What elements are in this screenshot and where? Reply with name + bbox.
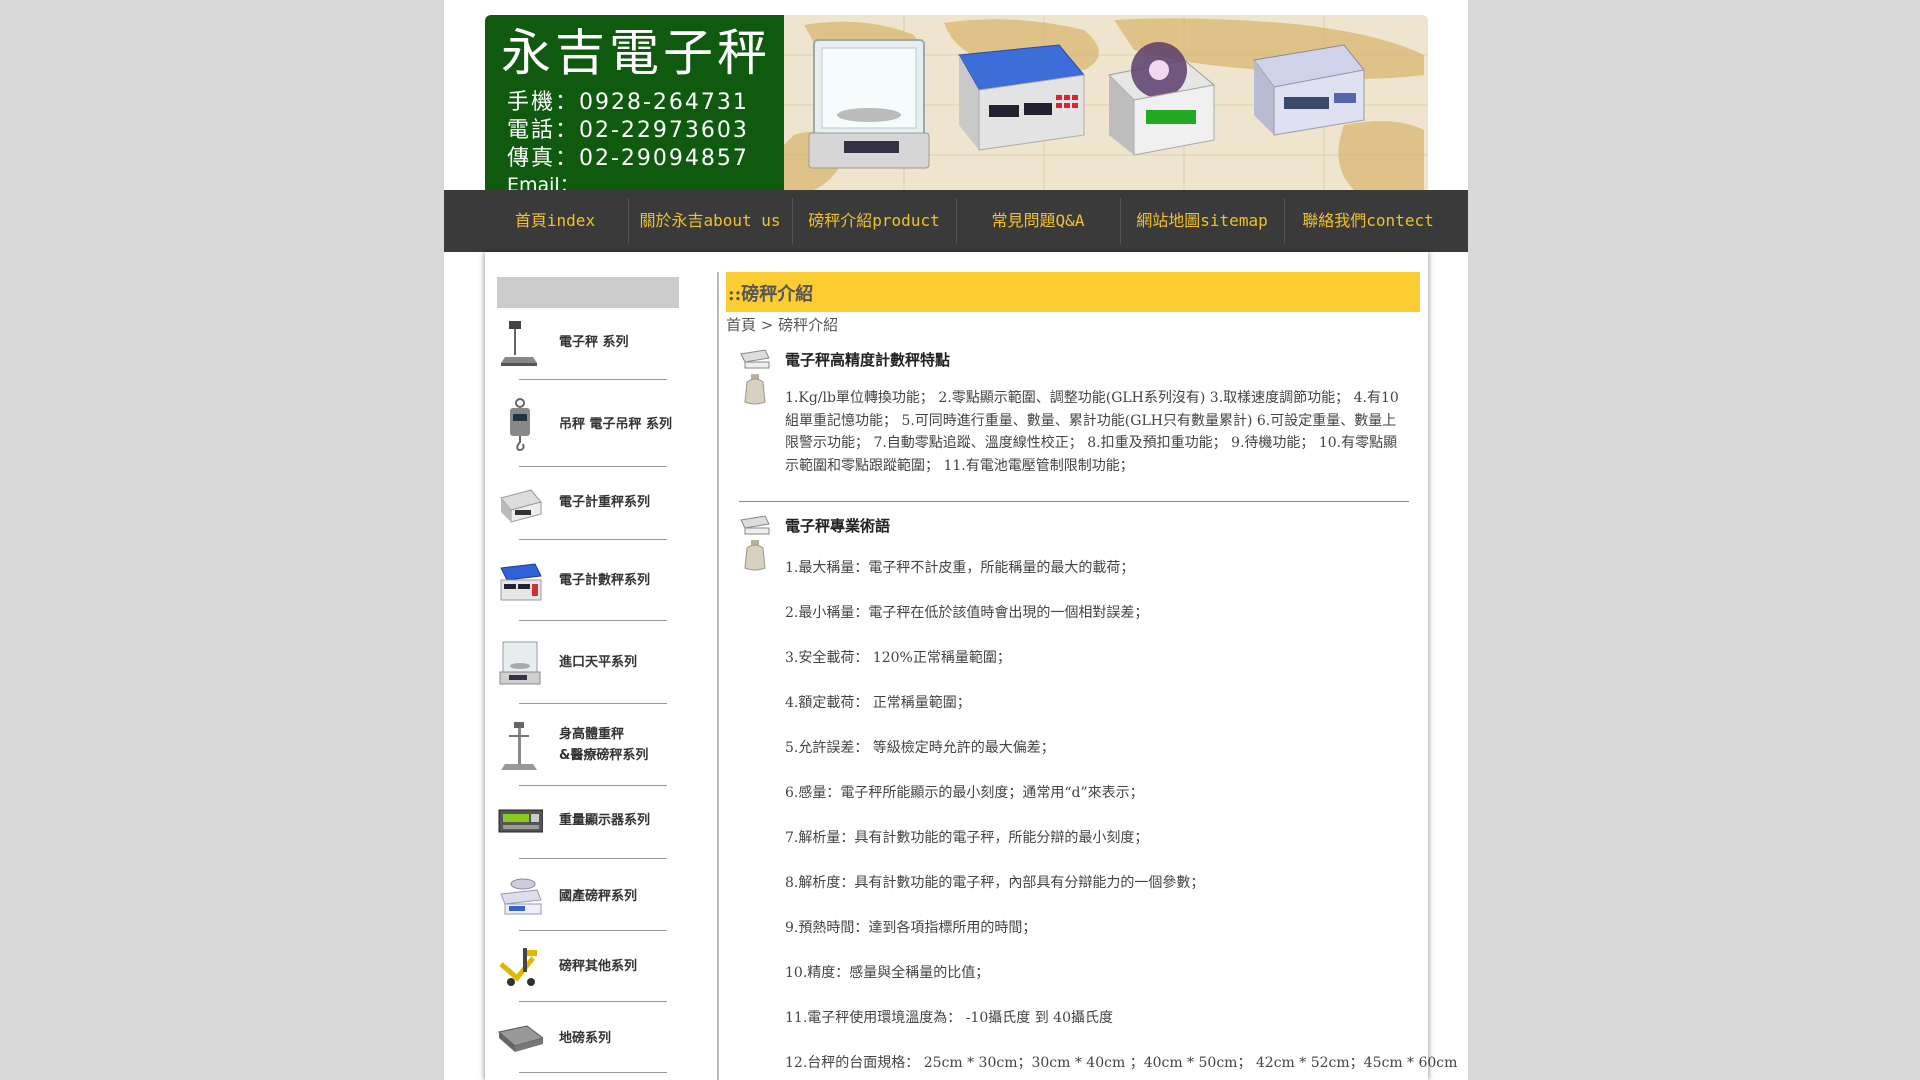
sidebar-divider [519,1072,667,1073]
scale-weight-icon [740,349,770,405]
section-title: 電子秤專業術語 [785,517,891,535]
section-text: 1.Kg/lb單位轉換功能； 2.零點顯示範圍、調整功能(GLH系列沒有) 3.… [785,390,1399,474]
sidebar-divider [519,379,667,380]
weight-indicator-icon [498,809,543,833]
sidebar-item-label: 電子秤 系列 [559,335,629,350]
sidebar-item-height-scale[interactable]: 身高體重秤 &醫療磅秤系列 [497,718,679,776]
breadcrumb[interactable]: 首頁 > 磅秤介紹 [726,314,838,335]
term-item: 10.精度：感量與全稱量的比值； [785,965,990,981]
sidebar-item-domestic-scale[interactable]: 國產磅秤系列 [497,874,679,918]
sidebar-header [497,277,679,308]
pallet-scale-icon [499,948,537,986]
term-item: 8.解析度：具有計數功能的電子秤，內部具有分辯能力的一個參數； [785,875,1205,891]
sidebar-divider [519,930,667,931]
nav-contact[interactable]: 聯絡我們contect [1285,190,1451,252]
term-item: 9.預熱時間：達到各項指標所用的時間； [785,920,1037,936]
weighing-scale-icon [500,489,542,523]
content-frame: 電子秤 系列 吊秤 電子吊秤 系列 電子計重秤系列 電子計數秤系列 進口天平系列… [485,252,1457,1080]
sidebar-item-weighing-scale[interactable]: 電子計重秤系列 [497,482,679,526]
sidebar-item-indicator[interactable]: 重量顯示器系列 [497,802,679,842]
mobile-number: 手機：0928-264731 [507,90,749,115]
crane-scale-icon [510,398,530,452]
sidebar-divider [519,703,667,704]
sidebar-item-label: 重量顯示器系列 [559,813,651,828]
term-item: 6.感量：電子秤所能顯示的最小刻度；通常用“d”來表示； [785,785,1144,801]
sidebar-item-label: 身高體重秤 [559,727,625,742]
sidebar-item-label: 國產磅秤系列 [559,889,638,904]
term-item: 5.允許誤差： 等級檢定時允許的最大偏差； [785,740,1055,756]
domestic-scale-icon [500,878,542,915]
sidebar-item-label: 磅秤其他系列 [559,959,638,974]
sidebar-item-crane-scale[interactable]: 吊秤 電子吊秤 系列 [497,398,679,452]
nav-index[interactable]: 首頁index [485,190,625,252]
balance-icon [499,641,541,685]
page-title: ::磅秤介紹 [728,284,814,305]
nav-product[interactable]: 磅秤介紹product [793,190,955,252]
page-title-bar: ::磅秤介紹 [726,272,1420,312]
sidebar-item-label-line2: &醫療磅秤系列 [559,748,649,763]
counting-scale-icon [500,563,542,601]
sidebar-divider [519,1001,667,1002]
sidebar-divider [519,539,667,540]
page: 永吉電子秤 手機：0928-264731 電話：02-22973603 傳真：0… [444,0,1468,1080]
floor-scale-icon [497,1025,543,1052]
world-map-scales-image [784,15,1428,190]
logo-block[interactable]: 永吉電子秤 手機：0928-264731 電話：02-22973603 傳真：0… [485,15,784,222]
term-item: 12.台秤的台面規格： 25cm * 30cm；30cm * 40cm ；40c… [785,1055,1458,1071]
term-item: 3.安全載荷： 120%正常稱量範圍； [785,650,1011,666]
column-divider [717,272,719,1080]
sidebar-item-electronic-scale[interactable]: 電子秤 系列 [497,317,679,367]
sidebar-item-other-scale[interactable]: 磅秤其他系列 [497,944,679,990]
term-item: 11.電子秤使用環境溫度為： -10攝氏度 到 40攝氏度 [785,1010,1113,1026]
sidebar-item-balance[interactable]: 進口天平系列 [497,638,679,686]
site-header: 永吉電子秤 手機：0928-264731 電話：02-22973603 傳真：0… [485,15,1428,222]
sidebar-item-label: 電子計重秤系列 [559,495,651,510]
term-item: 7.解析量：具有計數功能的電子秤，所能分辯的最小刻度； [785,830,1149,846]
section-divider [739,501,1409,502]
main-nav: 首頁index 關於永吉about us 磅秤介紹product 常見問題Q&A… [444,190,1468,252]
sidebar-item-counting-scale[interactable]: 電子計數秤系列 [497,558,679,604]
phone-number: 電話：02-22973603 [507,118,749,143]
sidebar-item-label: 地磅系列 [559,1031,612,1046]
fax-number: 傳真：02-29094857 [507,146,749,171]
nav-qa[interactable]: 常見問題Q&A [957,190,1119,252]
sidebar-item-label: 吊秤 電子吊秤 系列 [559,417,673,432]
nav-sitemap[interactable]: 網站地圖sitemap [1121,190,1283,252]
nav-about[interactable]: 關於永吉about us [629,190,791,252]
site-title: 永吉電子秤 [501,24,771,82]
height-scale-icon [501,722,537,770]
sidebar-item-floor-scale[interactable]: 地磅系列 [497,1018,679,1058]
sidebar-item-label: 電子計數秤系列 [559,573,651,588]
section-title: 電子秤高精度計數秤特點 [785,351,951,369]
scale-weight-icon [740,515,770,571]
sidebar-divider [519,620,667,621]
header-banner-image [784,15,1428,190]
sidebar-divider [519,785,667,786]
term-item: 2.最小稱量：電子秤在低於該值時會出現的一個相對誤差； [785,605,1149,621]
sidebar-divider [519,858,667,859]
sidebar-item-label: 進口天平系列 [559,655,638,670]
term-item: 1.最大稱量：電子秤不計皮重，所能稱量的最大的載荷； [785,560,1135,576]
sidebar-divider [519,466,667,467]
term-item: 4.額定載荷： 正常稱量範圍； [785,695,971,711]
platform-scale-icon [501,321,537,366]
